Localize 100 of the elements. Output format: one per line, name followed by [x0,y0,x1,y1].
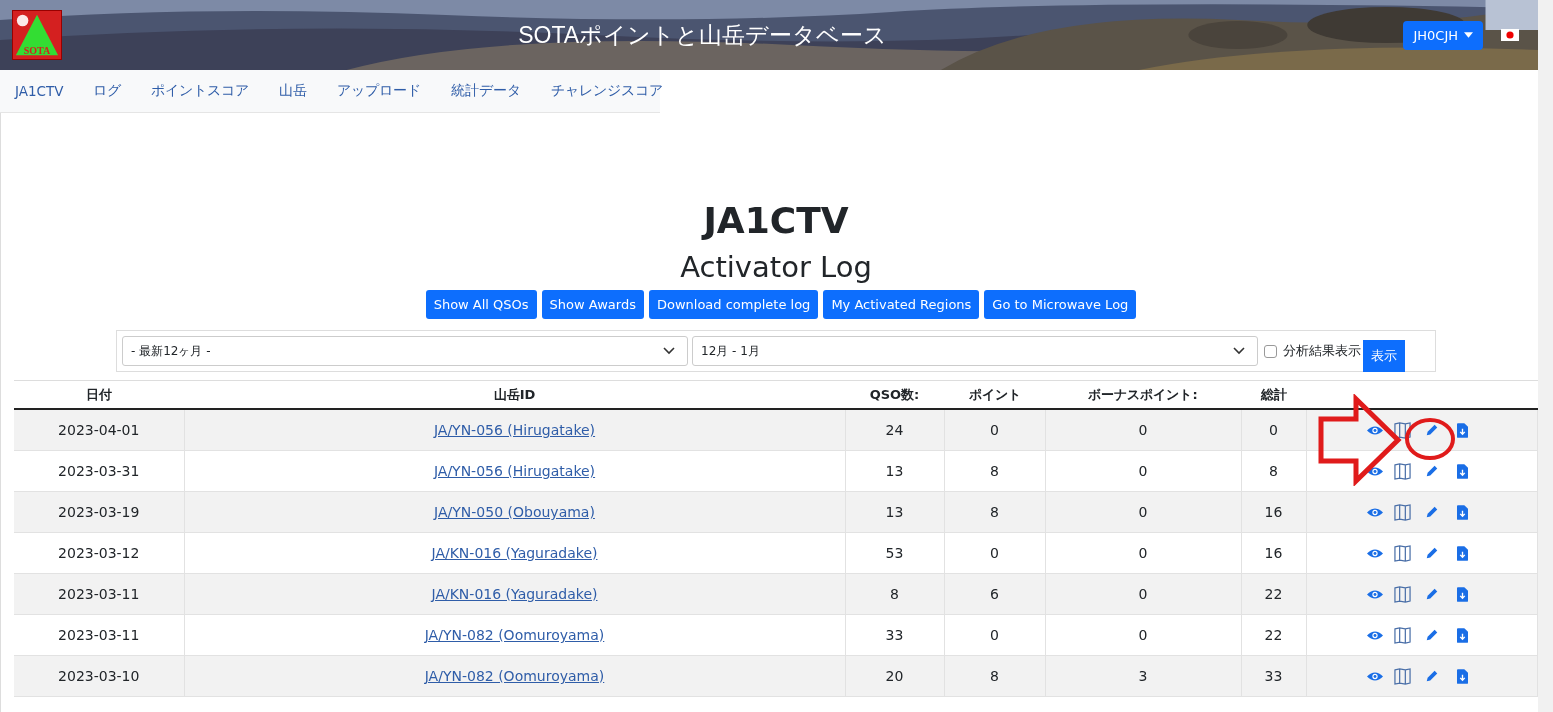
table-cell: 13 [845,450,944,492]
eye-icon[interactable] [1366,424,1383,436]
page-subtitle: Activator Log [679,249,873,286]
action-button[interactable]: Show All QSOs [425,290,537,319]
table-cell: 0 [1241,409,1306,451]
summit-link[interactable]: JA/YN-082 (Oomuroyama) [424,627,605,643]
table-cell: 2023-04-01 [14,409,184,451]
table-cell: 2023-03-10 [14,655,184,697]
pencil-icon[interactable] [1424,628,1439,643]
eye-icon[interactable] [1366,465,1383,477]
chevron-icon [663,347,675,355]
submit-button[interactable]: 表示 [1363,340,1405,372]
file-download-icon[interactable] [1456,504,1468,520]
summit-link[interactable]: JA/YN-056 (Hirugatake) [433,463,596,479]
user-menu-button[interactable]: JH0CJH [1403,20,1483,50]
table-cell: 22 [1241,614,1306,656]
table-cell: 33 [1241,655,1306,697]
table-cell: 16 [1241,532,1306,574]
table-cell: 6 [944,573,1045,615]
pencil-icon[interactable] [1424,423,1439,438]
table-cell: 13 [845,491,944,533]
nav-link[interactable]: アップロード [322,82,437,100]
eye-icon[interactable] [1366,506,1383,518]
site-title: SOTAポイントと山岳データベース [517,20,889,50]
summit-link[interactable]: JA/KN-016 (Yaguradake) [431,586,598,602]
table-cell: 2023-03-11 [14,614,184,656]
table-cell: 53 [845,532,944,574]
caret-icon [1464,32,1473,38]
period-select[interactable]: - 最新12ヶ月 - [122,336,688,366]
pencil-icon[interactable] [1424,587,1439,602]
table-cell: 8 [845,573,944,615]
table-cell: 8 [944,491,1045,533]
nav-link[interactable]: 山岳 [264,82,323,100]
checkbox-label: 分析結果表示 [1283,342,1361,360]
file-download-icon[interactable] [1456,627,1468,643]
checkbox[interactable] [1264,344,1277,358]
table-cell: 20 [845,655,944,697]
map-icon[interactable] [1393,626,1411,644]
summit-link[interactable]: JA/YN-056 (Hirugatake) [433,422,596,438]
summit-link[interactable]: JA/YN-050 (Obouyama) [434,504,595,520]
table-cell: 0 [1045,450,1241,492]
table-cell: 0 [1045,491,1241,533]
summit-link[interactable]: JA/YN-082 (Oomuroyama) [424,668,605,684]
table-cell: 2023-03-31 [14,450,184,492]
file-download-icon[interactable] [1456,422,1468,438]
eye-icon[interactable] [1366,588,1383,600]
map-icon[interactable] [1393,421,1411,439]
eye-icon[interactable] [1366,547,1383,559]
file-download-icon[interactable] [1456,463,1468,479]
action-button[interactable]: Show Awards [541,290,644,319]
pencil-icon[interactable] [1424,505,1439,520]
column-header: ボーナスポイント: [1088,386,1198,402]
nav-link[interactable]: ログ [78,82,137,100]
map-icon[interactable] [1393,585,1411,603]
map-icon[interactable] [1393,544,1411,562]
table-cell: 3 [1045,655,1241,697]
column-header: 山岳ID [493,386,536,402]
table-cell: 0 [1045,532,1241,574]
column-header: 総計 [1260,386,1287,402]
action-button[interactable]: My Activated Regions [823,290,980,319]
file-download-icon[interactable] [1456,545,1468,561]
action-button[interactable]: Go to Microwave Log [984,290,1137,319]
file-download-icon[interactable] [1456,586,1468,602]
eye-icon[interactable] [1366,629,1383,641]
column-header: 日付 [86,386,112,402]
table-cell: 0 [944,532,1045,574]
table-cell: 0 [1045,614,1241,656]
table-cell: 0 [944,614,1045,656]
table-cell: 0 [1045,409,1241,451]
table-cell: 8 [944,655,1045,697]
annotation-circle [1404,417,1456,461]
file-download-icon[interactable] [1456,668,1468,684]
eye-icon[interactable] [1366,670,1383,682]
table-cell: 8 [1241,450,1306,492]
table-cell: 2023-03-11 [14,573,184,615]
nav-link[interactable]: 統計データ [436,82,537,100]
table-cell: 8 [944,450,1045,492]
nav-link[interactable]: チャレンジスコア [536,82,679,100]
flag-icon[interactable] [1501,29,1519,41]
page-title: JA1CTV [700,199,850,243]
table-cell: 22 [1241,573,1306,615]
column-header: QSO数: [869,386,920,402]
nav-link[interactable]: JA1CTV [0,83,79,99]
table-cell: 2023-03-19 [14,491,184,533]
table-cell: 33 [845,614,944,656]
summit-link[interactable]: JA/KN-016 (Yaguradake) [431,545,598,561]
table-cell: 24 [845,409,944,451]
map-icon[interactable] [1393,462,1411,480]
nav-link[interactable]: ポイントスコア [136,82,265,100]
pencil-icon[interactable] [1424,546,1439,561]
table-cell: 2023-03-12 [14,532,184,574]
map-icon[interactable] [1393,667,1411,685]
pencil-icon[interactable] [1424,669,1439,684]
map-icon[interactable] [1393,503,1411,521]
table-cell: 0 [1045,573,1241,615]
action-button[interactable]: Download complete log [648,290,819,319]
table-cell: 16 [1241,491,1306,533]
month-select[interactable]: 12月 - 1月 [692,336,1258,366]
pencil-icon[interactable] [1424,464,1439,479]
column-header: ポイント [968,386,1021,402]
